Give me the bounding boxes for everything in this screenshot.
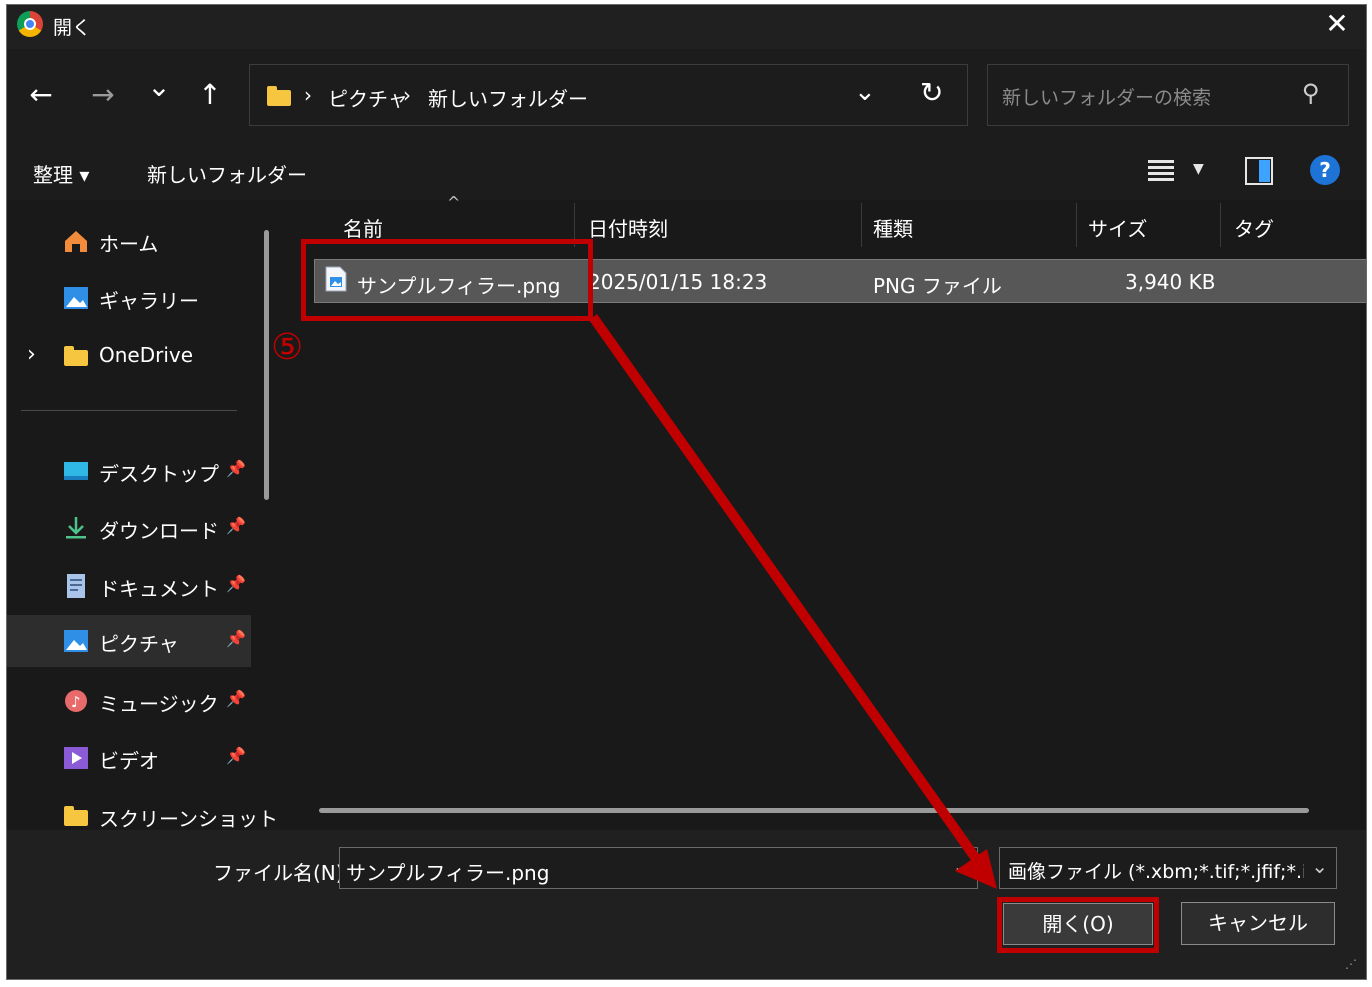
file-open-dialog: 開く ✕ ← → ⌄ ↑ › ピクチャ › 新しいフォルダー ⌄ ↻ 新しいフォ… <box>6 4 1367 980</box>
annotation-arrow <box>588 314 997 889</box>
